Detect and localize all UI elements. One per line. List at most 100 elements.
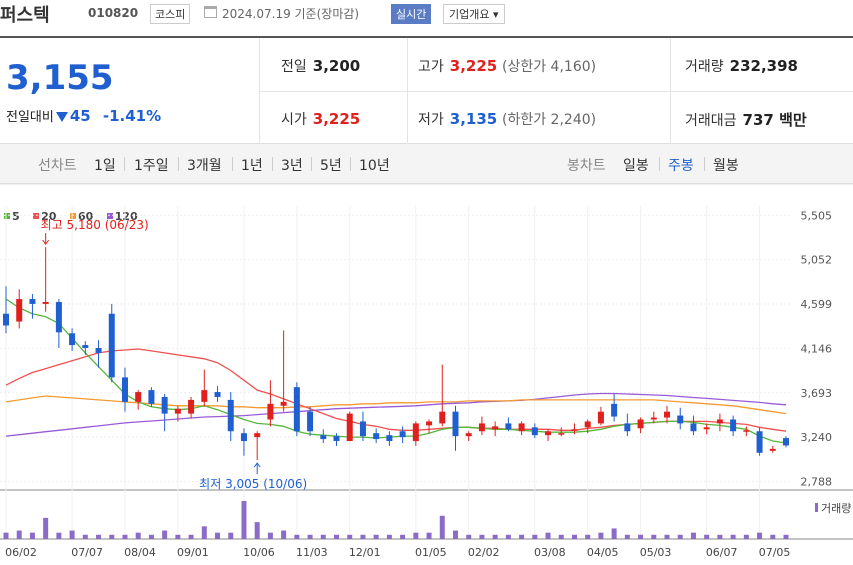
candle-body: [293, 387, 300, 432]
divider: [124, 157, 125, 171]
candle-body: [664, 411, 671, 418]
candle-body: [174, 408, 181, 414]
y-tick-label: 4,599: [801, 298, 833, 311]
candle: [492, 421, 499, 437]
candle: [16, 289, 23, 329]
candle-body: [161, 396, 168, 414]
candle-body: [558, 433, 565, 435]
x-tick-label: 01/05: [415, 546, 447, 559]
volume-bar: [704, 534, 710, 539]
candle-body: [55, 301, 62, 333]
volume-bar: [743, 534, 749, 539]
stock-header: 퍼스텍 010820 코스피 2024.07.19 기준(장마감) 실시간 기업…: [0, 0, 853, 30]
prev-value: 3,200: [312, 57, 361, 75]
volume-bar: [201, 526, 207, 539]
tab-daily[interactable]: 일봉: [623, 155, 649, 175]
volume-bar: [3, 532, 9, 539]
tab-monthly[interactable]: 월봉: [713, 155, 739, 175]
candle-body: [320, 435, 327, 440]
candle: [478, 416, 485, 436]
y-tick-label: 4,146: [801, 342, 833, 355]
candle: [3, 286, 9, 334]
tab-10y[interactable]: 10년: [359, 155, 390, 175]
candle-body: [624, 423, 631, 432]
candle-body: [69, 333, 76, 346]
candle-body: [492, 426, 499, 430]
candle: [82, 341, 89, 355]
x-tick-label: 08/04: [124, 546, 156, 559]
candle-body: [783, 438, 789, 446]
volume-bar: [571, 534, 577, 539]
candle: [55, 299, 62, 348]
company-info-dropdown[interactable]: 기업개요 ▾: [443, 4, 505, 24]
candle-body: [148, 390, 155, 404]
tab-5y[interactable]: 5년: [320, 155, 342, 175]
candle-body: [227, 399, 234, 432]
candle-body: [452, 411, 459, 437]
tab-3y[interactable]: 3년: [281, 155, 303, 175]
candle: [320, 429, 327, 443]
candle-body: [743, 430, 750, 432]
current-price: 3,155: [6, 58, 114, 98]
tab-1y[interactable]: 1년: [241, 155, 263, 175]
candlestick-chart[interactable]: 5,505 5,052 4,599 4,146 3,693 3,240 2,788 06/02…: [0, 184, 853, 565]
volume-bar: [82, 534, 88, 539]
volume-bar: [109, 534, 115, 539]
candle: [756, 427, 763, 456]
candle-body: [412, 423, 419, 442]
candle-body: [399, 431, 406, 438]
candle-body: [650, 417, 657, 420]
candle: [161, 394, 168, 432]
x-tick-label: 09/01: [177, 546, 209, 559]
volume-bar: [545, 532, 551, 539]
volume-bar: [638, 534, 644, 539]
volume-bar: [135, 532, 141, 539]
candle-body: [756, 431, 763, 453]
candle-body: [637, 419, 644, 429]
high-price: 고가 3,225 (상한가 4,160): [418, 56, 596, 76]
tab-1d[interactable]: 1일: [94, 155, 116, 175]
down-triangle-icon: [55, 112, 68, 122]
volume-bar: [347, 534, 353, 539]
candle: [452, 405, 459, 451]
realtime-button[interactable]: 실시간: [391, 4, 432, 24]
candle-body: [201, 390, 208, 402]
high-label: 고가: [418, 59, 444, 75]
stock-code: 010820: [88, 6, 139, 20]
candle-body: [29, 299, 36, 304]
volume-bar: [783, 534, 789, 539]
volume-bar: [175, 534, 181, 539]
candle: [730, 415, 737, 437]
candle-body: [716, 419, 723, 424]
volume-legend-swatch: [815, 503, 818, 512]
candle-body: [333, 436, 340, 442]
tab-1w[interactable]: 1주일: [134, 155, 169, 175]
candle: [201, 369, 208, 407]
price-change: 전일대비 45 -1.41%: [6, 106, 161, 125]
calendar-icon: [204, 6, 217, 18]
low-price: 저가 3,135 (하한가 2,240): [418, 109, 596, 129]
tab-3m[interactable]: 3개월: [187, 155, 222, 175]
value-label: 거래대금: [685, 113, 737, 129]
x-tick-label: 07/07: [71, 546, 103, 559]
candle: [690, 415, 697, 436]
y-tick-label: 5,052: [801, 254, 833, 267]
volume-bar: [439, 515, 445, 539]
candle: [439, 364, 446, 427]
candle-body: [545, 431, 552, 436]
candle: [108, 303, 115, 383]
candle: [254, 431, 261, 461]
tab-weekly[interactable]: 주봉: [668, 155, 694, 175]
line-chart-label: 선차트: [38, 158, 77, 174]
candle-body: [426, 421, 433, 426]
candle-body: [359, 421, 366, 437]
candle-body: [82, 345, 89, 348]
volume-bar: [267, 532, 273, 539]
candle-body: [95, 348, 102, 353]
candle-body: [465, 433, 472, 437]
candle: [743, 426, 750, 437]
candle-body: [307, 411, 314, 432]
x-tick-label: 07/05: [759, 546, 791, 559]
volume-bar: [56, 532, 62, 539]
candle: [531, 423, 538, 439]
